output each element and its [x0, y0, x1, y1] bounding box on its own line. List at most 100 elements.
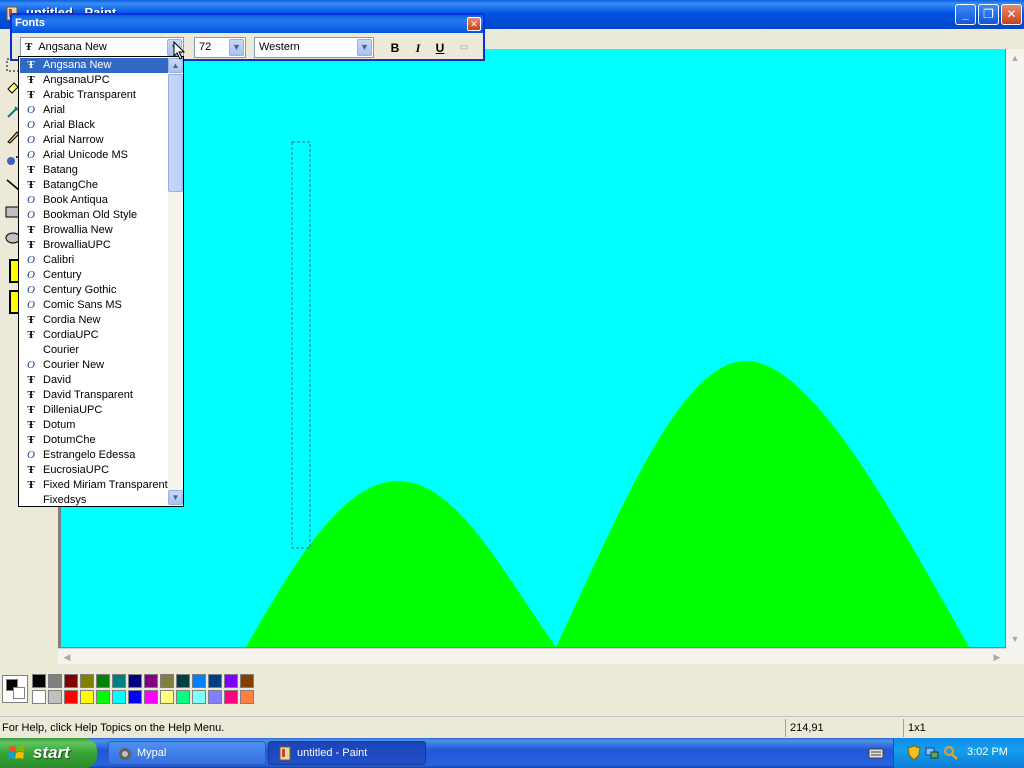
font-list-item[interactable]: O Book Antiqua: [20, 193, 168, 208]
palette-swatch[interactable]: [240, 674, 254, 688]
font-list-item[interactable]: Ŧ Arabic Transparent: [20, 88, 168, 103]
underline-button[interactable]: U: [431, 39, 449, 57]
font-list-item[interactable]: Ŧ BatangChe: [20, 178, 168, 193]
palette-swatch[interactable]: [128, 674, 142, 688]
truetype-icon: Ŧ: [27, 374, 35, 386]
palette-swatch[interactable]: [128, 690, 142, 704]
font-list-item[interactable]: O Arial Black: [20, 118, 168, 133]
font-list-item-label: Arabic Transparent: [43, 89, 136, 101]
font-list-item[interactable]: O Century Gothic: [20, 283, 168, 298]
font-list-item[interactable]: Ŧ Fixed Miriam Transparent: [20, 478, 168, 493]
font-list-item[interactable]: Ŧ EucrosiaUPC: [20, 463, 168, 478]
font-name-combo[interactable]: ŦAngsana New ▼: [20, 37, 184, 58]
taskbar-item-mypal[interactable]: Mypal: [108, 741, 266, 765]
palette-swatch[interactable]: [112, 674, 126, 688]
fonts-title-bar[interactable]: Fonts ✕: [12, 15, 483, 33]
security-shield-icon[interactable]: [906, 745, 922, 761]
palette-swatch[interactable]: [144, 690, 158, 704]
palette-swatch[interactable]: [80, 674, 94, 688]
scroll-down-icon[interactable]: ▼: [168, 490, 183, 505]
font-list-item[interactable]: O Arial Narrow: [20, 133, 168, 148]
opentype-icon: O: [27, 359, 35, 371]
font-list-item[interactable]: O Century: [20, 268, 168, 283]
font-list-item[interactable]: O Arial Unicode MS: [20, 148, 168, 163]
minimize-button[interactable]: _: [955, 4, 976, 25]
font-list-item[interactable]: Ŧ CordiaUPC: [20, 328, 168, 343]
vertical-scrollbar[interactable]: ▲ ▼: [1006, 49, 1024, 664]
palette-swatch[interactable]: [96, 674, 110, 688]
font-list-item[interactable]: Ŧ DilleniaUPC: [20, 403, 168, 418]
font-list-item[interactable]: Ŧ AngsanaUPC: [20, 73, 168, 88]
palette-swatch[interactable]: [192, 674, 206, 688]
scroll-right-icon[interactable]: ▶: [990, 650, 1004, 664]
script-dropdown-button[interactable]: ▼: [357, 39, 372, 56]
italic-button[interactable]: I: [409, 39, 427, 57]
opentype-icon: O: [27, 194, 35, 206]
font-script-combo[interactable]: Western ▼: [254, 37, 374, 58]
font-list-item[interactable]: Ŧ David Transparent: [20, 388, 168, 403]
taskbar-item-paint[interactable]: untitled - Paint: [268, 741, 426, 765]
truetype-icon: Ŧ: [27, 314, 35, 326]
chevron-down-icon: ▼: [360, 42, 369, 52]
start-button[interactable]: start: [0, 738, 97, 768]
palette-swatch[interactable]: [80, 690, 94, 704]
font-list-item[interactable]: Ŧ Dotum: [20, 418, 168, 433]
font-list-item[interactable]: O Arial: [20, 103, 168, 118]
palette-swatch[interactable]: [32, 674, 46, 688]
maximize-button[interactable]: ❐: [978, 4, 999, 25]
bold-button[interactable]: B: [386, 39, 404, 57]
font-list-item[interactable]: Fixedsys: [20, 493, 168, 508]
palette-swatch[interactable]: [96, 690, 110, 704]
palette-swatch[interactable]: [224, 690, 238, 704]
status-bar: For Help, click Help Topics on the Help …: [0, 716, 1024, 738]
keyboard-icon[interactable]: [868, 746, 884, 760]
palette-swatch[interactable]: [176, 690, 190, 704]
font-size-combo[interactable]: 72 ▼: [194, 37, 246, 58]
search-icon[interactable]: [943, 745, 959, 761]
drawing-canvas[interactable]: [61, 49, 1005, 647]
network-icon[interactable]: [924, 745, 940, 761]
palette-swatch[interactable]: [160, 690, 174, 704]
horizontal-scrollbar[interactable]: ◀ ▶: [58, 648, 1008, 664]
font-list-item[interactable]: O Calibri: [20, 253, 168, 268]
font-list-item[interactable]: O Comic Sans MS: [20, 298, 168, 313]
palette-swatch[interactable]: [224, 674, 238, 688]
palette-swatch[interactable]: [32, 690, 46, 704]
palette-swatch[interactable]: [112, 690, 126, 704]
vertical-text-button[interactable]: ▭: [455, 39, 473, 57]
font-list-item[interactable]: O Bookman Old Style: [20, 208, 168, 223]
scroll-left-icon[interactable]: ◀: [60, 650, 74, 664]
font-list-item[interactable]: Ŧ Angsana New: [20, 58, 168, 73]
palette-swatch[interactable]: [160, 674, 174, 688]
font-dropdown-list[interactable]: Ŧ Angsana New Ŧ AngsanaUPC Ŧ Arabic Transpare…: [18, 56, 184, 507]
font-list-item[interactable]: O Estrangelo Edessa: [20, 448, 168, 463]
palette-swatch[interactable]: [144, 674, 158, 688]
font-list-item[interactable]: Ŧ BrowalliaUPC: [20, 238, 168, 253]
palette-swatch[interactable]: [64, 690, 78, 704]
font-list-item[interactable]: Ŧ Batang: [20, 163, 168, 178]
close-button[interactable]: ✕: [1001, 4, 1022, 25]
scroll-down-icon[interactable]: ▼: [1008, 632, 1022, 646]
palette-swatch[interactable]: [208, 690, 222, 704]
fonts-close-button[interactable]: ✕: [467, 17, 481, 31]
palette-swatch[interactable]: [208, 674, 222, 688]
scroll-thumb[interactable]: [168, 74, 183, 192]
font-list-item[interactable]: O Courier New: [20, 358, 168, 373]
font-list-scrollbar[interactable]: ▲ ▼: [168, 58, 183, 505]
palette-swatch[interactable]: [240, 690, 254, 704]
truetype-icon: Ŧ: [27, 434, 35, 446]
opentype-icon: O: [27, 119, 35, 131]
font-name-value: Ŧ Angsana New: [25, 41, 107, 53]
palette-swatch[interactable]: [64, 674, 78, 688]
font-list-item[interactable]: Ŧ Cordia New: [20, 313, 168, 328]
palette-swatch[interactable]: [192, 690, 206, 704]
font-list-item[interactable]: Ŧ DotumChe: [20, 433, 168, 448]
font-list-item[interactable]: Ŧ David: [20, 373, 168, 388]
font-list-item[interactable]: Ŧ Browallia New: [20, 223, 168, 238]
palette-swatch[interactable]: [48, 674, 62, 688]
palette-swatch[interactable]: [176, 674, 190, 688]
font-list-item[interactable]: Courier: [20, 343, 168, 358]
palette-swatch[interactable]: [48, 690, 62, 704]
size-dropdown-button[interactable]: ▼: [229, 39, 244, 56]
scroll-up-icon[interactable]: ▲: [1008, 51, 1022, 65]
